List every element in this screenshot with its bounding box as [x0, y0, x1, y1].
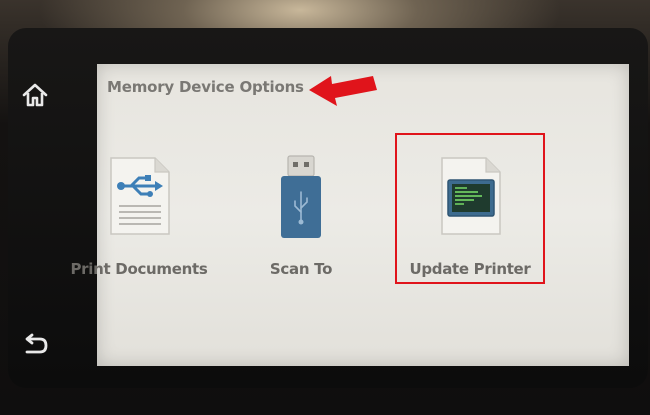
print-documents-label: Print Documents	[70, 260, 208, 278]
home-button[interactable]	[18, 78, 52, 112]
home-icon	[22, 83, 48, 107]
usb-document-icon	[110, 157, 170, 235]
annotation-arrow	[309, 76, 377, 106]
scan-to-option[interactable]: Scan To	[231, 154, 371, 278]
usb-drive-icon	[281, 155, 321, 238]
annotation-highlight-box	[395, 133, 545, 284]
back-button[interactable]	[18, 328, 52, 362]
scan-to-label: Scan To	[269, 260, 333, 278]
print-documents-option[interactable]: Print Documents	[69, 154, 209, 278]
back-icon	[25, 333, 48, 354]
page-title: Memory Device Options	[107, 78, 304, 96]
touch-screen: Memory Device Options Print Documents Sc…	[70, 64, 629, 366]
